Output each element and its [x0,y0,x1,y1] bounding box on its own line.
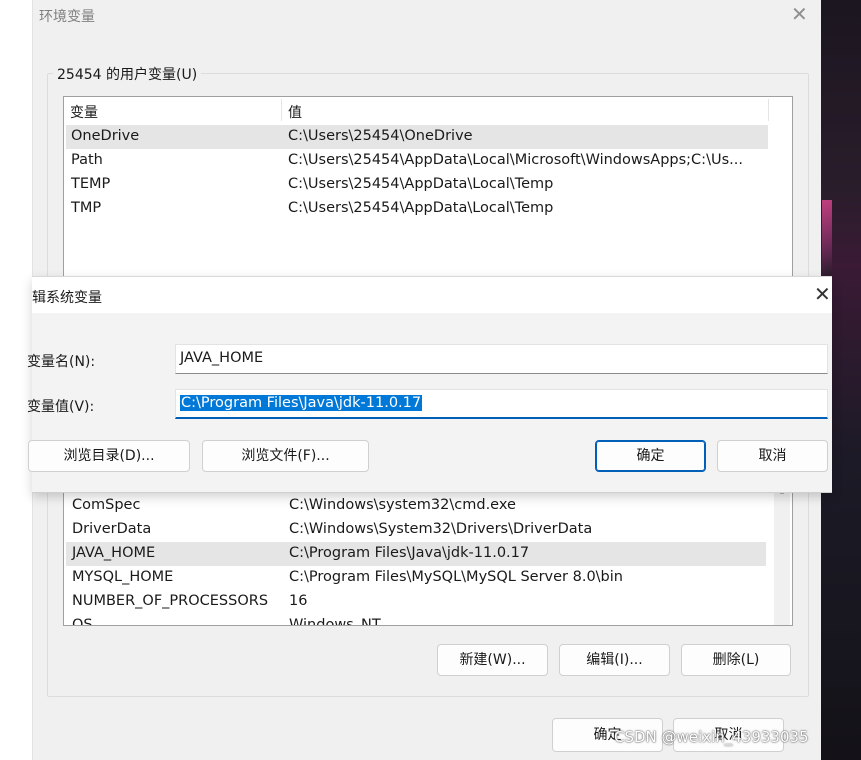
var-name-cell: NUMBER_OF_PROCESSORS [72,593,269,609]
left-background [0,0,32,760]
variable-value-label: 变量值(V): [27,399,95,415]
variable-name-input[interactable]: JAVA_HOME [175,344,828,374]
var-name-cell: DriverData [72,521,152,537]
system-var-row[interactable]: ComSpec C:\Windows\system32\cmd.exe [66,494,766,518]
var-value-cell: C:\Users\25454\OneDrive [288,128,473,144]
column-header-value[interactable]: 值 [288,102,302,122]
var-name-cell: MYSQL_HOME [72,569,174,585]
system-var-row[interactable]: OS Windows_NT [66,614,766,626]
system-variables-list[interactable]: ComSpec C:\Windows\system32\cmd.exe Driv… [63,470,793,626]
var-name-cell: JAVA_HOME [72,545,156,561]
var-value-cell: C:\Windows\System32\Drivers\DriverData [289,521,593,537]
system-var-row[interactable]: MYSQL_HOME C:\Program Files\MySQL\MySQL … [66,566,766,590]
system-list-scrollbar[interactable] [774,470,790,625]
edit-cancel-button[interactable]: 取消 [717,440,828,472]
env-titlebar: 环境变量 ✕ [33,0,821,33]
user-var-row[interactable]: OneDrive C:\Users\25454\OneDrive [66,125,768,149]
edit-ok-button[interactable]: 确定 [595,440,706,472]
csdn-watermark: CSDN @weixin_43933035 [614,728,809,746]
variable-value-input[interactable]: C:\Program Files\Java\jdk-11.0.17 [175,389,828,419]
user-var-row[interactable]: TEMP C:\Users\25454\AppData\Local\Temp [66,173,768,197]
var-value-cell: C:\Program Files\MySQL\MySQL Server 8.0\… [289,569,623,585]
variable-name-label: 变量名(N): [27,354,96,370]
user-var-row[interactable]: Path C:\Users\25454\AppData\Local\Micros… [66,149,768,173]
browse-file-button[interactable]: 浏览文件(F)... [202,440,369,472]
user-var-row[interactable]: TMP C:\Users\25454\AppData\Local\Temp [66,197,768,221]
system-var-row[interactable]: DriverData C:\Windows\System32\Drivers\D… [66,518,766,542]
var-value-cell: C:\Users\25454\AppData\Local\Temp [288,200,554,216]
var-name-cell: OS [72,617,93,626]
system-var-row[interactable]: NUMBER_OF_PROCESSORS 16 [66,590,766,614]
column-separator[interactable] [768,99,769,121]
var-name-cell: ComSpec [72,497,141,513]
var-name-cell: TEMP [71,176,111,192]
var-value-cell: 16 [289,593,308,609]
edit-system-var-button[interactable]: 编辑(I)... [559,644,670,676]
delete-system-var-button[interactable]: 删除(L) [681,644,791,676]
var-value-cell: C:\Windows\system32\cmd.exe [289,497,516,513]
env-window-title: 环境变量 [39,9,95,25]
var-name-cell: OneDrive [71,128,140,144]
edit-dialog-titlebar: 辑系统变量 ✕ [32,277,832,313]
new-system-var-button[interactable]: 新建(W)... [437,644,548,676]
env-close-icon[interactable]: ✕ [791,3,808,25]
var-value-cell: Windows_NT [289,617,381,626]
column-separator[interactable] [281,99,282,121]
var-value-cell: C:\Program Files\Java\jdk-11.0.17 [289,545,530,561]
var-name-cell: Path [71,152,103,168]
edit-system-variable-dialog: 辑系统变量 ✕ 变量名(N): JAVA_HOME 变量值(V): C:\Pro… [27,276,832,493]
edit-dialog-close-icon[interactable]: ✕ [814,283,831,305]
system-var-row[interactable]: JAVA_HOME C:\Program Files\Java\jdk-11.0… [66,542,766,566]
variable-value-selected-text: C:\Program Files\Java\jdk-11.0.17 [180,395,423,411]
variable-name-value: JAVA_HOME [180,350,264,366]
var-value-cell: C:\Users\25454\AppData\Local\Temp [288,176,554,192]
browse-directory-button[interactable]: 浏览目录(D)... [28,440,190,472]
user-variables-list[interactable]: 变量 值 OneDrive C:\Users\25454\OneDrive Pa… [63,96,793,298]
user-variables-group-label: 25454 的用户变量(U) [53,64,202,84]
var-name-cell: TMP [71,200,102,216]
edit-dialog-title: 辑系统变量 [32,290,102,306]
user-list-header: 变量 值 [64,97,792,121]
column-header-variable[interactable]: 变量 [70,102,98,122]
desktop-wallpaper-accent [822,200,832,275]
var-value-cell: C:\Users\25454\AppData\Local\Microsoft\W… [288,152,743,168]
